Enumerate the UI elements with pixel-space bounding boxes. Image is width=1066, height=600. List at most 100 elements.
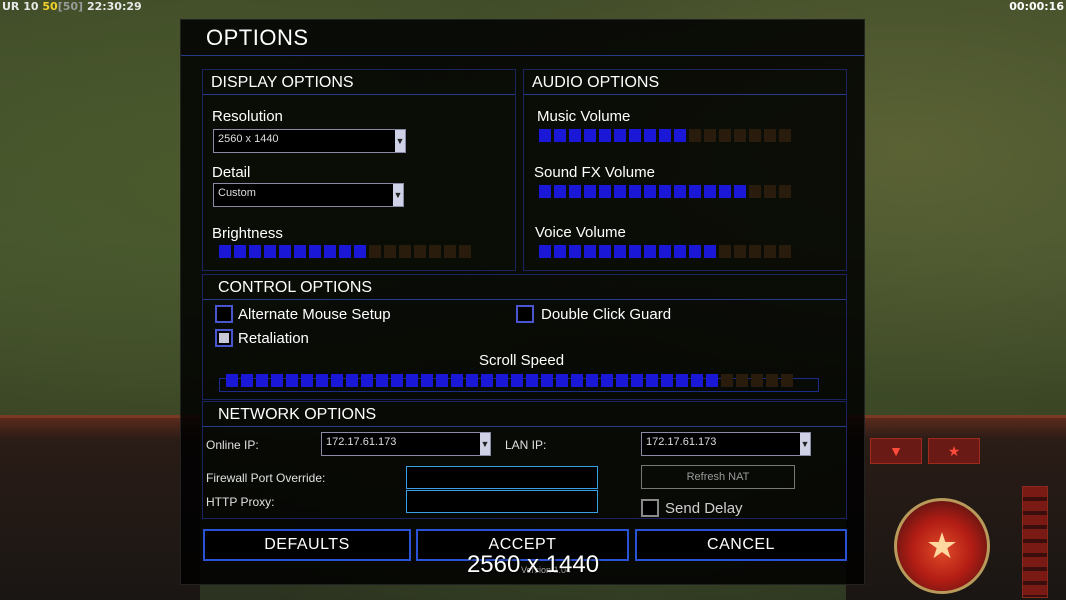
meter-segment[interactable] [691, 374, 703, 387]
meter-segment[interactable] [331, 374, 343, 387]
meter-segment[interactable] [219, 245, 231, 258]
meter-segment[interactable] [294, 245, 306, 258]
meter-segment[interactable] [599, 129, 611, 142]
meter-segment[interactable] [706, 374, 718, 387]
meter-segment[interactable] [734, 185, 746, 198]
meter-segment[interactable] [736, 374, 748, 387]
meter-segment[interactable] [646, 374, 658, 387]
meter-segment[interactable] [406, 374, 418, 387]
meter-segment[interactable] [644, 129, 656, 142]
meter-segment[interactable] [779, 129, 791, 142]
meter-segment[interactable] [279, 245, 291, 258]
meter-segment[interactable] [661, 374, 673, 387]
http-proxy-input[interactable] [406, 490, 598, 513]
meter-segment[interactable] [316, 374, 328, 387]
meter-segment[interactable] [569, 245, 581, 258]
meter-segment[interactable] [286, 374, 298, 387]
chevron-down-icon[interactable]: ▼ [393, 184, 403, 206]
meter-segment[interactable] [704, 245, 716, 258]
meter-segment[interactable] [511, 374, 523, 387]
meter-segment[interactable] [384, 245, 396, 258]
meter-segment[interactable] [734, 245, 746, 258]
send-delay-checkbox[interactable] [641, 499, 659, 517]
meter-segment[interactable] [721, 374, 733, 387]
meter-segment[interactable] [541, 374, 553, 387]
meter-segment[interactable] [629, 245, 641, 258]
chevron-down-icon[interactable]: ▼ [800, 433, 810, 455]
meter-segment[interactable] [674, 129, 686, 142]
firewall-port-input[interactable] [406, 466, 598, 489]
meter-segment[interactable] [629, 129, 641, 142]
double-click-guard-checkbox[interactable] [516, 305, 534, 323]
detail-dropdown[interactable]: Custom ▼ [213, 183, 404, 207]
meter-segment[interactable] [556, 374, 568, 387]
meter-segment[interactable] [616, 374, 628, 387]
refresh-nat-button[interactable]: Refresh NAT [641, 465, 795, 489]
meter-segment[interactable] [659, 129, 671, 142]
meter-segment[interactable] [539, 245, 551, 258]
meter-segment[interactable] [676, 374, 688, 387]
meter-segment[interactable] [481, 374, 493, 387]
alternate-mouse-checkbox[interactable] [215, 305, 233, 323]
meter-segment[interactable] [764, 185, 776, 198]
online-ip-dropdown[interactable]: 172.17.61.173 ▼ [321, 432, 491, 456]
sfx-volume-slider[interactable] [539, 185, 791, 198]
music-volume-slider[interactable] [539, 129, 791, 142]
meter-segment[interactable] [391, 374, 403, 387]
chevron-down-icon[interactable]: ▼ [480, 433, 490, 455]
meter-segment[interactable] [749, 129, 761, 142]
meter-segment[interactable] [764, 245, 776, 258]
meter-segment[interactable] [421, 374, 433, 387]
meter-segment[interactable] [599, 185, 611, 198]
meter-segment[interactable] [614, 129, 626, 142]
meter-segment[interactable] [734, 129, 746, 142]
meter-segment[interactable] [354, 245, 366, 258]
meter-segment[interactable] [584, 129, 596, 142]
meter-segment[interactable] [554, 185, 566, 198]
meter-segment[interactable] [376, 374, 388, 387]
brightness-slider[interactable] [219, 245, 471, 258]
chevron-down-icon[interactable]: ▼ [395, 130, 405, 152]
meter-segment[interactable] [346, 374, 358, 387]
meter-segment[interactable] [571, 374, 583, 387]
retaliation-checkbox[interactable] [215, 329, 233, 347]
meter-segment[interactable] [554, 129, 566, 142]
meter-segment[interactable] [781, 374, 793, 387]
meter-segment[interactable] [689, 185, 701, 198]
meter-segment[interactable] [631, 374, 643, 387]
meter-segment[interactable] [751, 374, 763, 387]
resolution-dropdown[interactable]: 2560 x 1440 ▼ [213, 129, 406, 153]
meter-segment[interactable] [599, 245, 611, 258]
meter-segment[interactable] [749, 185, 761, 198]
meter-segment[interactable] [614, 245, 626, 258]
meter-segment[interactable] [586, 374, 598, 387]
meter-segment[interactable] [226, 374, 238, 387]
command-tab-left[interactable]: ▼ [870, 438, 922, 464]
meter-segment[interactable] [674, 245, 686, 258]
meter-segment[interactable] [601, 374, 613, 387]
meter-segment[interactable] [764, 129, 776, 142]
meter-segment[interactable] [539, 185, 551, 198]
meter-segment[interactable] [429, 245, 441, 258]
lan-ip-dropdown[interactable]: 172.17.61.173 ▼ [641, 432, 811, 456]
meter-segment[interactable] [241, 374, 253, 387]
meter-segment[interactable] [399, 245, 411, 258]
meter-segment[interactable] [301, 374, 313, 387]
meter-segment[interactable] [689, 245, 701, 258]
meter-segment[interactable] [779, 185, 791, 198]
meter-segment[interactable] [459, 245, 471, 258]
meter-segment[interactable] [569, 185, 581, 198]
meter-segment[interactable] [766, 374, 778, 387]
scroll-speed-slider[interactable] [226, 374, 793, 387]
meter-segment[interactable] [584, 185, 596, 198]
meter-segment[interactable] [689, 129, 701, 142]
meter-segment[interactable] [719, 245, 731, 258]
meter-segment[interactable] [569, 129, 581, 142]
meter-segment[interactable] [674, 185, 686, 198]
command-tab-right[interactable]: ★ [928, 438, 980, 464]
meter-segment[interactable] [324, 245, 336, 258]
meter-segment[interactable] [414, 245, 426, 258]
meter-segment[interactable] [369, 245, 381, 258]
meter-segment[interactable] [779, 245, 791, 258]
meter-segment[interactable] [526, 374, 538, 387]
